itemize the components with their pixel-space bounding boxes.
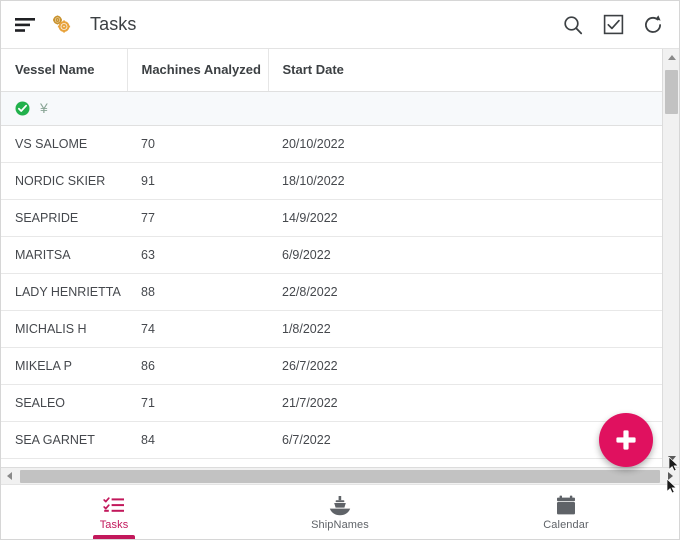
table-row[interactable]: MARITSA 63 6/9/2022 (1, 236, 679, 274)
vessel-name-cell: SEA GARNET (1, 421, 127, 459)
check-circle-icon[interactable] (15, 101, 30, 116)
table-body: VS SALOME 70 20/10/2022 NORDIC SKIER 91 18/10… (1, 125, 679, 459)
scroll-up-button[interactable] (663, 49, 679, 66)
page-title: Tasks (90, 14, 137, 34)
filter-row: ¥ (1, 91, 679, 126)
app-bar-actions (561, 13, 665, 37)
vessel-name-cell: SEAPRIDE (1, 199, 127, 237)
vertical-scroll-track[interactable] (663, 66, 679, 450)
checklist-icon (103, 494, 125, 516)
table-row[interactable]: MICHALIS H 74 1/8/2022 (1, 310, 679, 348)
table-region: Vessel Name Machines Analyzed Start Date (1, 49, 679, 467)
table-row[interactable]: NORDIC SKIER 91 18/10/2022 (1, 162, 679, 200)
calendar-icon (556, 494, 576, 516)
table-filter-body: ¥ (1, 91, 679, 126)
scroll-right-button[interactable] (662, 467, 679, 485)
table-row[interactable]: VS SALOME 70 20/10/2022 (1, 125, 679, 163)
chevron-up-icon (667, 55, 676, 60)
table-scroll-viewport[interactable]: Vessel Name Machines Analyzed Start Date (1, 49, 679, 467)
tasks-table: Vessel Name Machines Analyzed Start Date (1, 49, 679, 459)
column-header-machines-analyzed[interactable]: Machines Analyzed (127, 49, 269, 92)
search-icon[interactable] (561, 13, 585, 37)
table-row[interactable]: SEALEO 71 21/7/2022 (1, 384, 679, 422)
app-window: Tasks Vessel Name Machines Analyzed Star… (0, 0, 680, 540)
select-checkbox-icon[interactable] (601, 13, 625, 37)
machines-analyzed-cell: 63 (127, 236, 268, 274)
machines-analyzed-cell: 70 (127, 125, 268, 163)
machines-analyzed-cell: 71 (127, 384, 268, 422)
filter-cell: ¥ (1, 91, 679, 126)
table-row[interactable]: LADY HENRIETTA 88 22/8/2022 (1, 273, 679, 311)
chevron-down-icon (667, 456, 676, 461)
sort-menu-icon[interactable] (11, 10, 41, 40)
vessel-name-cell: MARITSA (1, 236, 127, 274)
vessel-name-cell: LADY HENRIETTA (1, 273, 127, 311)
nav-item-calendar[interactable]: Calendar (453, 485, 679, 539)
active-tab-indicator (93, 535, 135, 539)
start-date-cell: 20/10/2022 (268, 125, 679, 163)
column-header-vessel-name[interactable]: Vessel Name (1, 49, 128, 92)
table-row[interactable]: SEA GARNET 84 6/7/2022 (1, 421, 679, 459)
horizontal-scroll-track[interactable] (18, 468, 662, 485)
bottom-navigation: Tasks ShipNames Calendar (1, 484, 679, 539)
machines-analyzed-cell: 86 (127, 347, 268, 385)
vessel-name-cell: VS SALOME (1, 125, 127, 163)
horizontal-scroll-thumb[interactable] (20, 469, 660, 483)
start-date-cell: 26/7/2022 (268, 347, 679, 385)
nav-item-tasks[interactable]: Tasks (1, 485, 227, 539)
app-bar: Tasks (1, 1, 679, 49)
column-header-start-date[interactable]: Start Date (268, 49, 679, 92)
machines-analyzed-cell: 84 (127, 421, 268, 459)
nav-label-calendar: Calendar (543, 518, 589, 531)
table-header: Vessel Name Machines Analyzed Start Date (1, 49, 679, 92)
scroll-down-button[interactable] (663, 450, 679, 467)
machines-analyzed-cell: 77 (127, 199, 268, 237)
start-date-cell: 14/9/2022 (268, 199, 679, 237)
vessel-name-cell: SEALEO (1, 384, 127, 422)
add-task-fab[interactable] (599, 413, 653, 467)
vertical-scroll-thumb[interactable] (665, 70, 678, 114)
vertical-scrollbar[interactable] (662, 49, 679, 467)
horizontal-scrollbar[interactable] (1, 467, 679, 485)
start-date-cell: 22/8/2022 (268, 273, 679, 311)
start-date-cell: 18/10/2022 (268, 162, 679, 200)
start-date-cell: 1/8/2022 (268, 310, 679, 348)
table-row[interactable]: MIKELA P 86 26/7/2022 (1, 347, 679, 385)
yen-currency-icon[interactable]: ¥ (40, 101, 48, 115)
nav-item-shipnames[interactable]: ShipNames (227, 485, 453, 539)
machines-analyzed-cell: 74 (127, 310, 268, 348)
vessel-name-cell: MICHALIS H (1, 310, 127, 348)
vessel-name-cell: NORDIC SKIER (1, 162, 127, 200)
gears-icon (47, 10, 77, 40)
nav-label-tasks: Tasks (99, 518, 129, 531)
chevron-right-icon (668, 472, 673, 480)
table-row[interactable]: SEAPRIDE 77 14/9/2022 (1, 199, 679, 237)
plus-icon (616, 430, 636, 450)
refresh-icon[interactable] (641, 13, 665, 37)
ship-icon (328, 494, 352, 516)
scroll-left-button[interactable] (1, 467, 18, 485)
nav-label-shipnames: ShipNames (311, 518, 369, 531)
machines-analyzed-cell: 88 (127, 273, 268, 311)
chevron-left-icon (7, 472, 12, 480)
start-date-cell: 6/9/2022 (268, 236, 679, 274)
table-header-row: Vessel Name Machines Analyzed Start Date (1, 49, 679, 92)
vessel-name-cell: MIKELA P (1, 347, 127, 385)
machines-analyzed-cell: 91 (127, 162, 268, 200)
